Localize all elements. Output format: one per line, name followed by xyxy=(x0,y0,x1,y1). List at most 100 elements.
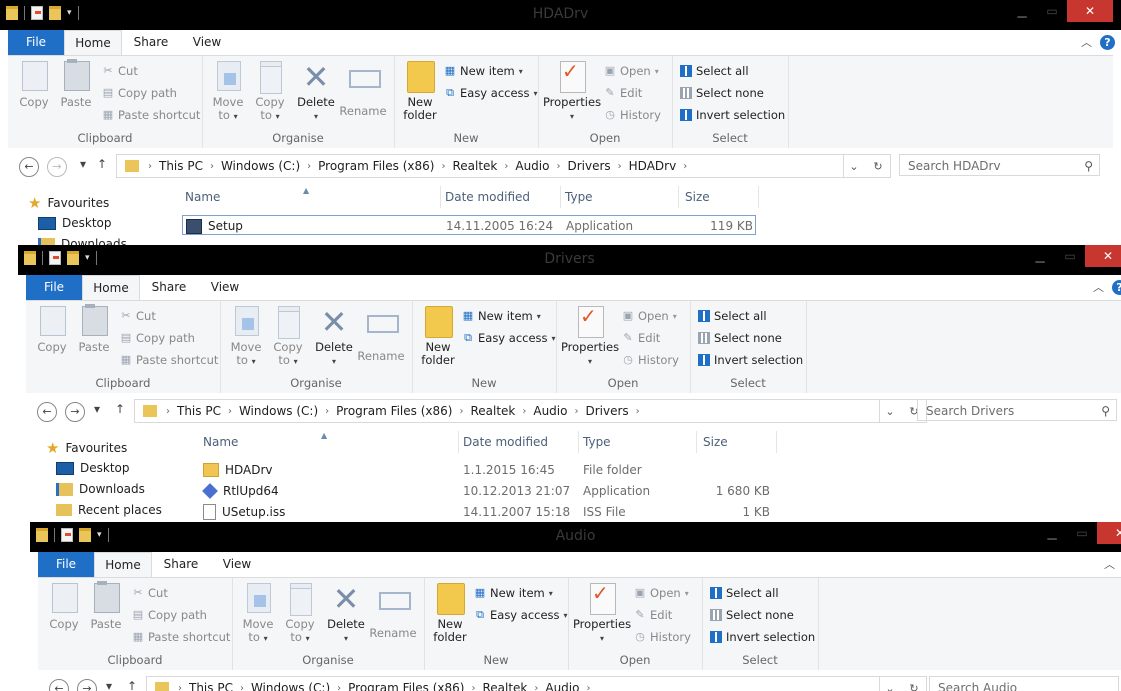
new-item-button[interactable]: ▦ New item ▾ xyxy=(462,307,541,325)
cut-button[interactable]: ✂ Cut xyxy=(120,307,155,325)
chevron-down-icon[interactable]: ⌄ xyxy=(878,682,902,691)
new-folder-button[interactable]: New folder xyxy=(428,583,472,644)
title-bar[interactable]: ▾ Drivers ▁ ▭ ✕ xyxy=(18,245,1121,275)
open-button[interactable]: ▣ Open ▾ xyxy=(604,62,659,80)
tab-home[interactable]: Home xyxy=(82,275,140,300)
up-icon[interactable]: ↑ xyxy=(115,402,125,416)
column-header-date[interactable]: Date modified xyxy=(441,186,561,208)
breadcrumb-item[interactable]: Realtek xyxy=(466,404,519,418)
column-header-name[interactable]: Name ▲ xyxy=(181,186,441,208)
tab-file[interactable]: File xyxy=(38,552,94,577)
breadcrumb-item[interactable]: Audio xyxy=(511,159,553,173)
tab-view[interactable]: View xyxy=(180,30,234,55)
move-to-button[interactable]: Move to ▾ xyxy=(226,306,266,368)
chevron-right-icon[interactable]: › xyxy=(207,161,217,172)
breadcrumb-item[interactable]: Realtek xyxy=(448,159,501,173)
cut-button[interactable]: ✂ Cut xyxy=(132,584,167,602)
maximize-button[interactable]: ▭ xyxy=(1055,245,1085,267)
nav-desktop[interactable]: Desktop xyxy=(38,216,112,230)
breadcrumb-item[interactable]: This PC xyxy=(155,159,207,173)
column-header-date[interactable]: Date modified xyxy=(459,431,579,453)
select-none-button[interactable]: Select none xyxy=(680,84,764,102)
search-input[interactable]: Search Drivers ⚲ xyxy=(917,399,1117,421)
back-button[interactable]: ← xyxy=(37,402,57,422)
chevron-right-icon[interactable]: › xyxy=(468,683,478,691)
copy-to-button[interactable]: Copy to ▾ xyxy=(250,61,290,123)
column-header-size[interactable]: Size xyxy=(681,186,759,208)
minimize-button[interactable]: ▁ xyxy=(1025,245,1055,267)
open-button[interactable]: ▣ Open ▾ xyxy=(622,307,677,325)
chevron-right-icon[interactable]: › xyxy=(519,406,529,417)
select-all-button[interactable]: Select all xyxy=(710,584,779,602)
open-button[interactable]: ▣ Open ▾ xyxy=(634,584,689,602)
nav-favourites[interactable]: ★ Favourites xyxy=(46,439,127,457)
breadcrumb-item[interactable]: Program Files (x86) xyxy=(332,404,456,418)
history-button[interactable]: ◷ History xyxy=(622,351,679,369)
breadcrumb-item[interactable]: Windows (C:) xyxy=(247,681,334,691)
minimize-ribbon-icon[interactable]: ︿ xyxy=(1093,279,1104,295)
tab-view[interactable]: View xyxy=(210,552,264,577)
maximize-button[interactable]: ▭ xyxy=(1067,522,1097,544)
recent-locations-icon[interactable]: ▾ xyxy=(106,679,112,691)
tab-share[interactable]: Share xyxy=(124,30,178,55)
address-bar[interactable]: › This PC › Windows (C:) › Program Files (… xyxy=(134,399,880,423)
minimize-button[interactable]: ▁ xyxy=(1037,522,1067,544)
nav-desktop[interactable]: Desktop xyxy=(56,461,130,475)
paste-button[interactable]: Paste xyxy=(56,61,96,109)
breadcrumb-item[interactable]: Program Files (x86) xyxy=(344,681,468,691)
close-button[interactable]: ✕ xyxy=(1097,522,1121,544)
breadcrumb-item[interactable]: Realtek xyxy=(478,681,531,691)
search-input[interactable]: Search HDADrv ⚲ xyxy=(899,154,1100,176)
edit-button[interactable]: ✎ Edit xyxy=(604,84,642,102)
tab-share[interactable]: Share xyxy=(142,275,196,300)
chevron-right-icon[interactable]: › xyxy=(531,683,541,691)
move-to-button[interactable]: Move to ▾ xyxy=(238,583,278,645)
forward-button[interactable]: → xyxy=(65,402,85,422)
help-icon[interactable]: ? xyxy=(1112,279,1121,295)
breadcrumb-item[interactable]: This PC xyxy=(173,404,225,418)
breadcrumb-item[interactable]: Windows (C:) xyxy=(217,159,304,173)
properties-button[interactable]: Properties ▾ xyxy=(542,61,602,123)
chevron-down-icon[interactable]: ⌄ xyxy=(878,405,902,418)
paste-shortcut-button[interactable]: ▦ Paste shortcut xyxy=(132,628,231,646)
copy-button[interactable]: Copy xyxy=(32,306,72,354)
copy-to-button[interactable]: Copy to ▾ xyxy=(280,583,320,645)
delete-button[interactable]: ✕ Delete ▾ xyxy=(326,583,366,645)
chevron-right-icon[interactable]: › xyxy=(322,406,332,417)
history-button[interactable]: ◷ History xyxy=(634,628,691,646)
chevron-right-icon[interactable]: › xyxy=(615,161,625,172)
chevron-right-icon[interactable]: › xyxy=(583,683,593,691)
chevron-right-icon[interactable]: › xyxy=(334,683,344,691)
back-button[interactable]: ← xyxy=(49,679,69,691)
chevron-right-icon[interactable]: › xyxy=(680,161,690,172)
up-icon[interactable]: ↑ xyxy=(97,157,107,171)
chevron-right-icon[interactable]: › xyxy=(237,683,247,691)
paste-button[interactable]: Paste xyxy=(86,583,126,631)
breadcrumb-item[interactable]: HDADrv xyxy=(625,159,681,173)
chevron-right-icon[interactable]: › xyxy=(571,406,581,417)
copy-path-button[interactable]: ▤ Copy path xyxy=(120,329,195,347)
history-button[interactable]: ◷ History xyxy=(604,106,661,124)
breadcrumb-item[interactable]: This PC xyxy=(185,681,237,691)
chevron-right-icon[interactable]: › xyxy=(553,161,563,172)
table-row[interactable]: HDADrv 1.1.2015 16:45 File folder xyxy=(200,460,774,480)
title-bar[interactable]: ▾ HDADrv ▁ ▭ ✕ xyxy=(0,0,1121,30)
recent-locations-icon[interactable]: ▾ xyxy=(94,402,100,416)
refresh-icon[interactable]: ↻ xyxy=(866,160,890,173)
nav-favourites[interactable]: ★ Favourites xyxy=(28,194,109,212)
chevron-right-icon[interactable]: › xyxy=(501,161,511,172)
breadcrumb-item[interactable]: Audio xyxy=(541,681,583,691)
easy-access-button[interactable]: ⧉ Easy access ▾ xyxy=(474,606,567,624)
tab-home[interactable]: Home xyxy=(64,30,122,55)
chevron-right-icon[interactable]: › xyxy=(633,406,643,417)
title-bar[interactable]: ▾ Audio ▁ ▭ ✕ xyxy=(30,522,1121,552)
paste-shortcut-button[interactable]: ▦ Paste shortcut xyxy=(102,106,201,124)
new-folder-button[interactable]: New folder xyxy=(398,61,442,122)
breadcrumb-item[interactable]: Program Files (x86) xyxy=(314,159,438,173)
select-all-button[interactable]: Select all xyxy=(698,307,767,325)
new-item-button[interactable]: ▦ New item ▾ xyxy=(444,62,523,80)
tab-view[interactable]: View xyxy=(198,275,252,300)
rename-button[interactable]: Rename xyxy=(368,583,418,640)
minimize-ribbon-icon[interactable]: ︿ xyxy=(1104,556,1115,572)
delete-button[interactable]: ✕ Delete ▾ xyxy=(314,306,354,368)
